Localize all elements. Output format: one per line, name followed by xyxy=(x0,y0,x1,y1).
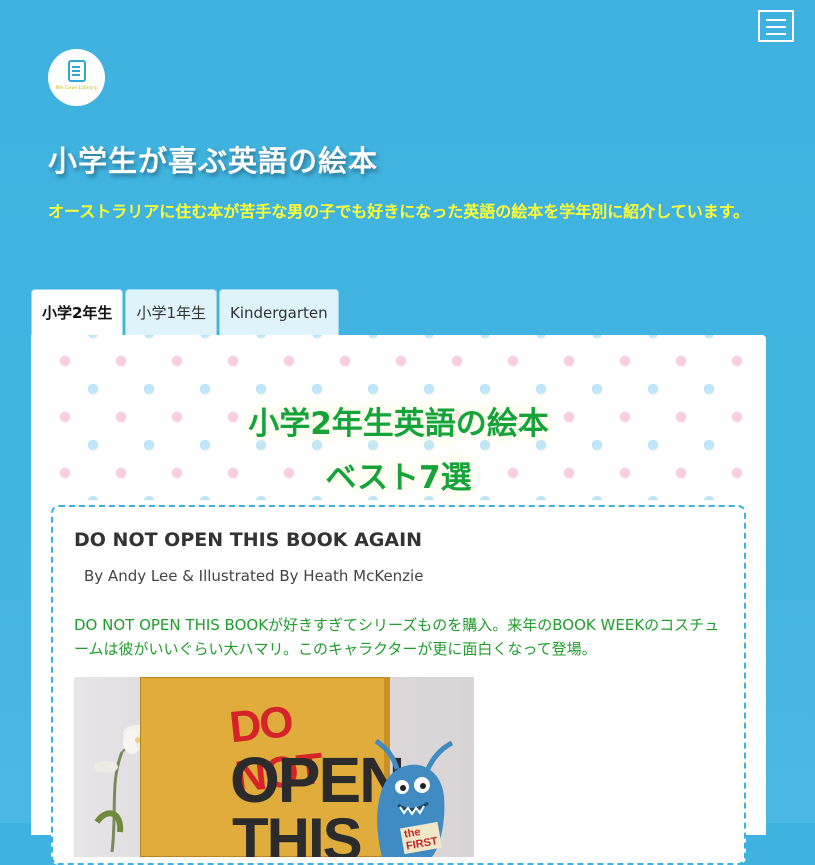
cover-title-this: THIS xyxy=(232,806,363,857)
hamburger-menu-icon[interactable] xyxy=(758,10,794,42)
grade-tabs: 小学2年生 小学1年生 Kindergarten xyxy=(31,289,339,335)
site-title[interactable]: 小学生が喜ぶ英語の絵本 xyxy=(48,138,378,180)
hero-title: 小学2年生英語の絵本 ベスト7選 xyxy=(51,397,746,505)
hero-title-line2: ベスト7選 xyxy=(325,460,472,496)
menu-bar xyxy=(766,33,786,35)
book-icon xyxy=(67,60,86,82)
book-author: By Andy Lee & Illustrated By Heath McKen… xyxy=(84,567,424,585)
book-title: DO NOT OPEN THIS BOOK AGAIN xyxy=(74,529,423,551)
book-card: DO NOT OPEN THIS BOOK AGAIN By Andy Lee … xyxy=(51,505,746,865)
hero-title-line1: 小学2年生英語の絵本 xyxy=(248,406,549,442)
menu-bar xyxy=(766,26,786,28)
book-cover: DO NOT OPEN THIS the FIRST xyxy=(140,677,454,857)
tab-kindergarten[interactable]: Kindergarten xyxy=(218,289,339,335)
tab-grade2[interactable]: 小学2年生 xyxy=(31,289,124,335)
tab-grade1[interactable]: 小学1年生 xyxy=(125,289,217,335)
tab-panel: 小学2年生英語の絵本 ベスト7選 DO NOT OPEN THIS BOOK A… xyxy=(31,335,766,865)
site-logo[interactable]: We Love Library xyxy=(48,49,105,106)
hero-banner: 小学2年生英語の絵本 ベスト7選 xyxy=(51,335,746,500)
menu-bar xyxy=(766,19,786,21)
logo-text: We Love Library xyxy=(55,85,98,91)
book-cover-photo[interactable]: DO NOT OPEN THIS the FIRST xyxy=(74,677,474,857)
site-tagline: オーストラリアに住む本が苦手な男の子でも好きになった英語の絵本を学年別に紹介して… xyxy=(48,202,750,221)
book-description: DO NOT OPEN THIS BOOKが好きすぎてシリーズものを購入。来年の… xyxy=(74,616,720,658)
